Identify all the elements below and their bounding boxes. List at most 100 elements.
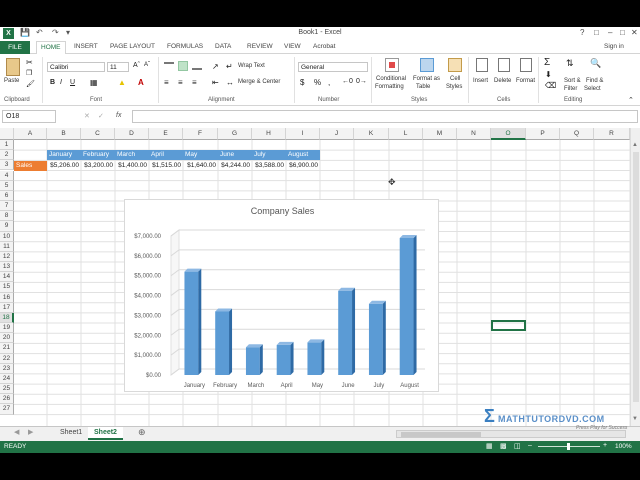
ribbon-display-icon[interactable]: □ (594, 28, 599, 37)
column-header-n[interactable]: N (457, 128, 491, 140)
align-center-icon[interactable]: ≡ (178, 78, 183, 87)
sheet-tab-sheet1[interactable]: Sheet1 (54, 427, 88, 440)
fill-color-icon[interactable]: ▲ (118, 78, 126, 87)
cell-e3[interactable]: $1,515.00 (149, 161, 183, 171)
sign-in-link[interactable]: Sign in (604, 43, 624, 50)
format-as-table-label-1[interactable]: Format as (413, 76, 440, 83)
page-layout-view-icon[interactable]: ▩ (500, 442, 507, 450)
column-header-b[interactable]: B (47, 128, 81, 140)
format-as-table-label-2[interactable]: Table (416, 84, 430, 91)
column-header-q[interactable]: Q (560, 128, 594, 140)
cell-b2[interactable]: January (47, 150, 81, 160)
row-header-21[interactable]: 21 (0, 343, 14, 354)
sheet-tab-sheet2[interactable]: Sheet2 (88, 427, 123, 440)
row-header-14[interactable]: 14 (0, 272, 14, 283)
clear-icon[interactable]: ⌫ (545, 81, 556, 90)
increase-decimal-icon[interactable]: ←0 (342, 78, 353, 85)
tab-formulas[interactable]: FORMULAS (167, 43, 203, 50)
sort-filter-label-2[interactable]: Filter (564, 86, 577, 93)
row-header-27[interactable]: 27 (0, 404, 14, 415)
zoom-out-icon[interactable]: – (528, 442, 532, 449)
row-header-16[interactable]: 16 (0, 292, 14, 303)
selected-cell-o18[interactable] (491, 320, 526, 331)
cell-d3[interactable]: $1,400.00 (115, 161, 149, 171)
row-header-5[interactable]: 5 (0, 180, 14, 191)
underline-button[interactable]: U (70, 79, 75, 86)
tab-review[interactable]: REVIEW (247, 43, 273, 50)
column-header-m[interactable]: M (423, 128, 457, 140)
borders-icon[interactable]: ▦ (90, 78, 98, 87)
prev-sheet-icon[interactable]: ◀ (14, 428, 19, 436)
row-header-7[interactable]: 7 (0, 201, 14, 212)
decrease-decimal-icon[interactable]: 0→ (356, 78, 367, 85)
row-header-15[interactable]: 15 (0, 282, 14, 293)
row-header-9[interactable]: 9 (0, 221, 14, 232)
tab-file[interactable]: FILE (0, 41, 30, 54)
find-select-label-1[interactable]: Find & (586, 78, 603, 85)
tab-page-layout[interactable]: PAGE LAYOUT (110, 43, 155, 50)
cell-e2[interactable]: April (149, 150, 183, 160)
column-header-h[interactable]: H (252, 128, 286, 140)
row-header-6[interactable]: 6 (0, 190, 14, 201)
row-header-10[interactable]: 10 (0, 231, 14, 242)
row-header-2[interactable]: 2 (0, 150, 14, 161)
cell-h2[interactable]: July (252, 150, 286, 160)
currency-button[interactable]: $ (300, 78, 304, 87)
insert-cells-button[interactable]: Insert (473, 78, 488, 85)
indent-icon[interactable]: ⇤ (212, 78, 219, 87)
row-header-13[interactable]: 13 (0, 262, 14, 273)
align-right-icon[interactable]: ≡ (192, 78, 197, 87)
column-header-f[interactable]: F (183, 128, 218, 140)
minimize-icon[interactable]: – (608, 28, 612, 37)
orientation-icon[interactable]: ↗ (212, 62, 219, 71)
row-header-26[interactable]: 26 (0, 394, 14, 405)
close-icon[interactable]: ✕ (631, 28, 638, 37)
scroll-up-icon[interactable]: ▲ (632, 142, 638, 148)
align-left-icon[interactable]: ≡ (164, 78, 169, 87)
format-painter-icon[interactable]: 🖌 (26, 80, 35, 88)
row-header-12[interactable]: 12 (0, 251, 14, 263)
insert-function-button[interactable]: fx (116, 112, 121, 119)
cancel-icon[interactable]: ✕ (84, 112, 90, 120)
sort-filter-icon[interactable]: ⇅ (566, 58, 574, 69)
delete-cells-icon[interactable] (498, 58, 510, 72)
bold-button[interactable]: B (50, 79, 55, 86)
cell-f2[interactable]: May (183, 150, 218, 160)
font-name-select[interactable]: Calibri (47, 62, 105, 72)
cell-styles-icon[interactable] (448, 58, 462, 72)
paste-icon[interactable] (6, 58, 20, 76)
zoom-in-icon[interactable]: + (603, 442, 607, 449)
select-all-corner[interactable] (0, 128, 14, 140)
column-header-g[interactable]: G (218, 128, 252, 140)
delete-cells-button[interactable]: Delete (494, 78, 511, 85)
middle-align-icon[interactable] (178, 61, 188, 71)
wrap-text-icon[interactable]: ↵ (226, 62, 233, 71)
cell-a3[interactable]: Sales (14, 161, 47, 171)
bottom-align-icon[interactable] (192, 62, 202, 70)
cell-b3[interactable]: $5,206.00 (47, 161, 81, 171)
sort-filter-label-1[interactable]: Sort & (564, 78, 581, 85)
row-header-11[interactable]: 11 (0, 241, 14, 252)
maximize-icon[interactable]: □ (620, 28, 625, 37)
zoom-slider-thumb[interactable] (567, 443, 570, 450)
wrap-text-button[interactable]: Wrap Text (238, 63, 265, 70)
conditional-formatting-label-1[interactable]: Conditional (376, 76, 406, 83)
format-as-table-icon[interactable] (420, 58, 434, 72)
row-header-18[interactable]: 18 (0, 312, 14, 324)
column-header-e[interactable]: E (149, 128, 183, 140)
collapse-ribbon-icon[interactable]: ⌃ (628, 96, 634, 104)
cell-d2[interactable]: March (115, 150, 149, 160)
scroll-down-icon[interactable]: ▼ (632, 416, 638, 422)
column-header-i[interactable]: I (286, 128, 320, 140)
row-header-23[interactable]: 23 (0, 363, 14, 374)
zoom-slider[interactable] (538, 443, 600, 450)
column-header-a[interactable]: A (14, 128, 47, 140)
insert-cells-icon[interactable] (476, 58, 488, 72)
chart-area[interactable]: Company Sales $0.00 $1,000.00 $2,000.00 $3,… (124, 199, 439, 392)
conditional-formatting-icon[interactable] (385, 58, 399, 72)
tab-home[interactable]: HOME (36, 41, 66, 55)
cell-g3[interactable]: $4,244.00 (218, 161, 252, 171)
cell-c2[interactable]: February (81, 150, 115, 160)
new-sheet-icon[interactable]: ⊕ (138, 427, 146, 438)
row-header-4[interactable]: 4 (0, 170, 14, 181)
